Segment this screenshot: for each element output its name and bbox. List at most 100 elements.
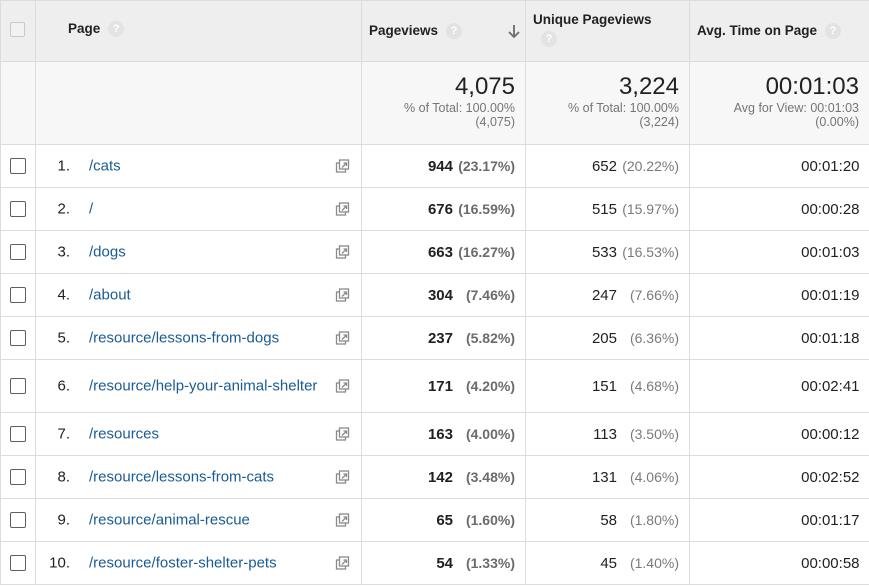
unique-pageviews-cell: 515 (15.97%) bbox=[525, 187, 690, 231]
row-checkbox[interactable] bbox=[10, 378, 26, 394]
table-row: 4. /about 304 (7.46%) 247 (7.66%) 00:01:19 bbox=[0, 273, 869, 317]
avg-time-cell: 00:01:18 bbox=[689, 316, 869, 360]
row-index: 5. bbox=[57, 329, 70, 347]
unique-pageviews-cell: 58 (1.80%) bbox=[525, 498, 690, 542]
unique-pageviews-percent: (1.40%) bbox=[629, 554, 679, 571]
pageviews-cell: 54 (1.33%) bbox=[361, 541, 526, 585]
pageviews-percent: (5.82%) bbox=[465, 329, 515, 346]
row-checkbox[interactable] bbox=[10, 426, 26, 442]
row-checkbox-cell bbox=[0, 230, 36, 274]
pageviews-cell: 237 (5.82%) bbox=[361, 316, 526, 360]
page-cell: 10. /resource/foster-shelter-pets bbox=[35, 541, 362, 585]
avg-time-total-percent: (0.00%) bbox=[815, 115, 859, 129]
row-checkbox[interactable] bbox=[10, 287, 26, 303]
pageviews-value: 54 bbox=[436, 554, 453, 572]
unique-pageviews-percent: (6.36%) bbox=[629, 329, 679, 346]
row-checkbox[interactable] bbox=[10, 201, 26, 217]
avg-time-value: 00:00:28 bbox=[801, 200, 860, 218]
unique-pageviews-cell: 151 (4.68%) bbox=[525, 359, 690, 413]
pageviews-percent: (16.59%) bbox=[458, 200, 515, 217]
avg-time-cell: 00:00:58 bbox=[689, 541, 869, 585]
unique-pageviews-column-header[interactable]: Unique Pageviews ? bbox=[525, 0, 690, 62]
open-in-new-window-icon[interactable] bbox=[335, 379, 350, 394]
avg-time-total-cell: 00:01:03 Avg for View: 00:01:03 (0.00%) bbox=[689, 61, 869, 145]
avg-time-cell: 00:02:41 bbox=[689, 359, 869, 413]
unique-pageviews-value: 45 bbox=[600, 554, 617, 572]
pageviews-percent: (7.46%) bbox=[465, 286, 515, 303]
open-in-new-window-icon[interactable] bbox=[335, 556, 350, 571]
row-index: 7. bbox=[57, 425, 70, 443]
unique-pageviews-total-cell: 3,224 % of Total: 100.00% (3,224) bbox=[525, 61, 690, 145]
table-row: 10. /resource/foster-shelter-pets 54 (1.33%… bbox=[0, 541, 869, 585]
avg-time-cell: 00:00:12 bbox=[689, 412, 869, 456]
unique-pageviews-percent: (7.66%) bbox=[629, 286, 679, 303]
page-link[interactable]: / bbox=[89, 201, 337, 218]
pageviews-column-header[interactable]: Pageviews? bbox=[361, 0, 526, 62]
open-in-new-window-icon[interactable] bbox=[335, 245, 350, 260]
question-mark-icon[interactable]: ? bbox=[541, 31, 557, 47]
page-cell: 6. /resource/help-your-animal-shelter bbox=[35, 359, 362, 413]
page-link[interactable]: /resource/lessons-from-cats bbox=[89, 469, 337, 486]
table-row: 1. /cats 944 (23.17%) 652 (20.22%) 00:01:20 bbox=[0, 144, 869, 188]
pageviews-value: 304 bbox=[427, 286, 453, 304]
table-row: 6. /resource/help-your-animal-shelter 171 (… bbox=[0, 359, 869, 413]
unique-pageviews-value: 533 bbox=[591, 243, 617, 261]
sort-descending-arrow-icon[interactable] bbox=[507, 24, 521, 40]
page-cell: 8. /resource/lessons-from-cats bbox=[35, 455, 362, 499]
open-in-new-window-icon[interactable] bbox=[335, 470, 350, 485]
open-in-new-window-icon[interactable] bbox=[335, 202, 350, 217]
page-link[interactable]: /resource/foster-shelter-pets bbox=[89, 555, 337, 572]
avg-time-total-value: 00:01:03 bbox=[765, 73, 859, 100]
row-checkbox[interactable] bbox=[10, 512, 26, 528]
open-in-new-window-icon[interactable] bbox=[335, 513, 350, 528]
select-all-checkbox[interactable] bbox=[10, 22, 25, 37]
avg-time-column-header[interactable]: Avg. Time on Page? bbox=[689, 0, 869, 62]
avg-time-value: 00:02:41 bbox=[801, 377, 860, 395]
open-in-new-window-icon[interactable] bbox=[335, 427, 350, 442]
page-column-header[interactable]: Page? bbox=[35, 0, 362, 62]
pageviews-total-percent: % of Total: 100.00% bbox=[404, 101, 515, 115]
page-link[interactable]: /cats bbox=[89, 158, 337, 175]
row-checkbox[interactable] bbox=[10, 244, 26, 260]
row-checkbox-cell bbox=[0, 541, 36, 585]
open-in-new-window-icon[interactable] bbox=[335, 159, 350, 174]
page-link[interactable]: /about bbox=[89, 287, 337, 304]
page-link[interactable]: /resource/animal-rescue bbox=[89, 512, 337, 529]
row-index: 1. bbox=[57, 157, 70, 175]
row-checkbox[interactable] bbox=[10, 158, 26, 174]
pageviews-percent: (4.20%) bbox=[465, 377, 515, 394]
question-mark-icon[interactable]: ? bbox=[108, 21, 125, 38]
avg-time-value: 00:01:19 bbox=[801, 286, 860, 304]
avg-time-cell: 00:00:28 bbox=[689, 187, 869, 231]
avg-time-value: 00:01:17 bbox=[801, 511, 860, 529]
pageviews-cell: 142 (3.48%) bbox=[361, 455, 526, 499]
page-link[interactable]: /dogs bbox=[89, 244, 337, 261]
page-link[interactable]: /resources bbox=[89, 426, 337, 443]
unique-pageviews-percent: (3.50%) bbox=[629, 425, 679, 442]
page-cell: 2. / bbox=[35, 187, 362, 231]
unique-pageviews-percent: (4.06%) bbox=[629, 468, 679, 485]
page-link[interactable]: /resource/lessons-from-dogs bbox=[89, 330, 337, 347]
avg-time-cell: 00:01:19 bbox=[689, 273, 869, 317]
avg-time-value: 00:01:03 bbox=[801, 243, 860, 261]
unique-pageviews-column-label: Unique Pageviews bbox=[533, 12, 652, 27]
open-in-new-window-icon[interactable] bbox=[335, 331, 350, 346]
row-checkbox[interactable] bbox=[10, 330, 26, 346]
pageviews-value: 676 bbox=[427, 200, 453, 218]
row-checkbox[interactable] bbox=[10, 555, 26, 571]
open-in-new-window-icon[interactable] bbox=[335, 288, 350, 303]
unique-pageviews-value: 131 bbox=[591, 468, 617, 486]
row-checkbox-cell bbox=[0, 316, 36, 360]
unique-pageviews-percent: (4.68%) bbox=[629, 377, 679, 394]
avg-time-cell: 00:01:03 bbox=[689, 230, 869, 274]
question-mark-icon[interactable]: ? bbox=[446, 23, 463, 40]
page-cell: 3. /dogs bbox=[35, 230, 362, 274]
unique-pageviews-value: 515 bbox=[591, 200, 617, 218]
avg-time-value: 00:01:20 bbox=[801, 157, 860, 175]
unique-pageviews-cell: 533 (16.53%) bbox=[525, 230, 690, 274]
avg-time-cell: 00:01:20 bbox=[689, 144, 869, 188]
page-link[interactable]: /resource/help-your-animal-shelter bbox=[89, 378, 337, 395]
row-index: 10. bbox=[49, 554, 70, 572]
question-mark-icon[interactable]: ? bbox=[825, 23, 842, 40]
row-checkbox[interactable] bbox=[10, 469, 26, 485]
